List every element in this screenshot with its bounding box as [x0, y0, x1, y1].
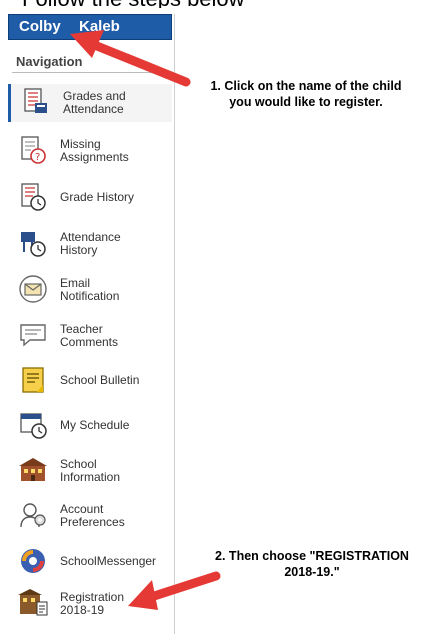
arrow-step-1 — [70, 30, 191, 87]
arrow-step-2 — [128, 571, 221, 610]
annotation-arrows — [70, 30, 221, 610]
